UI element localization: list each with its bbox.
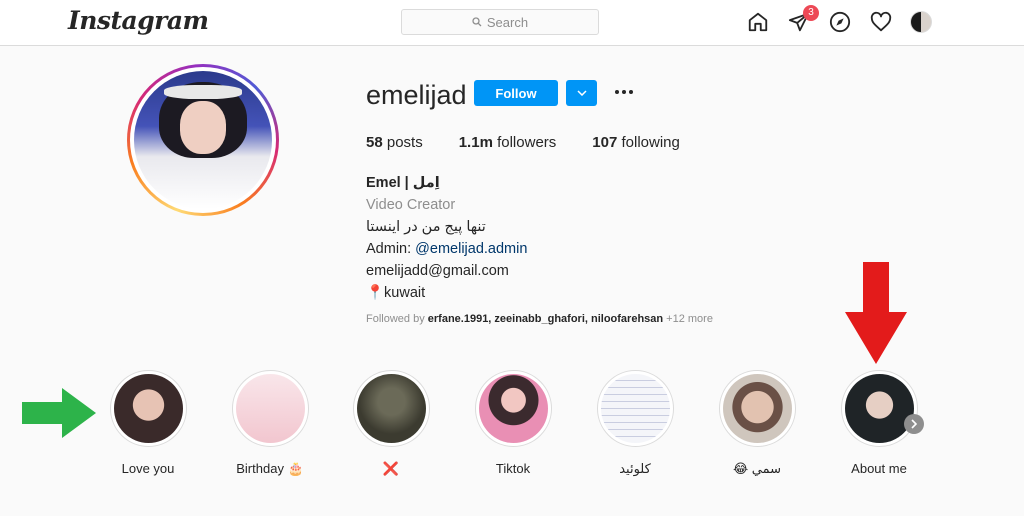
search-icon	[472, 17, 482, 27]
chevron-down-icon	[576, 90, 587, 96]
highlight-cover	[722, 374, 792, 443]
following-stat[interactable]: 107 following	[592, 134, 680, 151]
chevron-right-icon	[911, 419, 917, 429]
top-navigation-bar: Instagram Search 3	[0, 0, 1024, 46]
bio-admin-line: Admin: @emelijad.admin	[366, 241, 528, 257]
follow-button[interactable]: Follow	[474, 80, 558, 106]
search-placeholder: Search	[486, 14, 529, 30]
highlight-item[interactable]: كلوئيد	[580, 370, 690, 477]
highlight-item[interactable]: 😂 سمي	[702, 370, 812, 477]
notification-badge: 3	[803, 5, 819, 21]
profile-stats: 58 posts 1.1m followers 107 following	[366, 134, 716, 151]
profile-category: Video Creator	[366, 197, 456, 213]
more-options-button[interactable]	[613, 82, 635, 102]
highlight-label: Love you	[121, 461, 175, 476]
highlight-cover	[844, 374, 914, 443]
highlights-next-button[interactable]	[904, 414, 924, 434]
instagram-logo[interactable]: Instagram	[68, 6, 209, 35]
highlight-item[interactable]: Tiktok	[458, 370, 568, 476]
highlight-label: كلوئيد	[619, 461, 651, 476]
current-user-avatar[interactable]	[910, 11, 932, 33]
admin-mention-link[interactable]: @emelijad.admin	[415, 241, 527, 257]
explore-compass-icon[interactable]	[828, 10, 852, 34]
followers-stat[interactable]: 1.1m followers	[459, 134, 557, 151]
home-icon[interactable]	[746, 10, 770, 34]
green-arrow-annotation	[22, 388, 96, 438]
highlight-item[interactable]: Love you	[93, 370, 203, 476]
highlight-cover	[600, 374, 670, 443]
profile-avatar	[134, 71, 272, 209]
red-arrow-annotation	[845, 262, 907, 364]
highlight-cover	[235, 374, 305, 443]
profile-avatar-frame	[130, 67, 276, 213]
bio-line: تنها پیج من در اینستا	[366, 219, 486, 235]
posts-stat: 58 posts	[366, 134, 423, 151]
highlight-item[interactable]: Birthday 🎂	[215, 370, 325, 477]
story-highlights: Love you Birthday 🎂 ❌ Tiktok كلوئيد 😂 سم…	[0, 370, 1024, 490]
direct-message-icon[interactable]: 3	[787, 5, 819, 34]
search-input[interactable]: Search	[401, 9, 599, 35]
profile-avatar-ring[interactable]	[127, 64, 279, 216]
highlight-item[interactable]: ❌	[336, 370, 446, 477]
highlight-cover	[478, 374, 548, 443]
profile-full-name: Emel | اِمل	[366, 175, 440, 191]
more-dots-icon	[615, 90, 633, 94]
highlight-label: ❌	[382, 461, 400, 476]
highlight-label: About me	[851, 461, 907, 476]
highlight-label: 😂 سمي	[732, 461, 782, 476]
highlight-cover	[356, 374, 426, 443]
suggestions-dropdown-button[interactable]	[566, 80, 597, 106]
nav-icons: 3	[746, 5, 932, 34]
highlight-label: Tiktok	[495, 461, 531, 476]
highlight-cover	[113, 374, 183, 443]
activity-heart-icon[interactable]	[869, 10, 893, 34]
followed-by-text[interactable]: Followed by erfane.1991, zeeinabb_ghafor…	[366, 313, 713, 325]
profile-bio: Emel | اِمل Video Creator تنها پیج من در…	[366, 172, 527, 304]
bio-email: emelijadd@gmail.com	[366, 263, 509, 279]
highlight-label: Birthday 🎂	[236, 461, 304, 476]
bio-location: 📍kuwait	[366, 285, 426, 301]
profile-username: emelijad	[366, 80, 467, 110]
